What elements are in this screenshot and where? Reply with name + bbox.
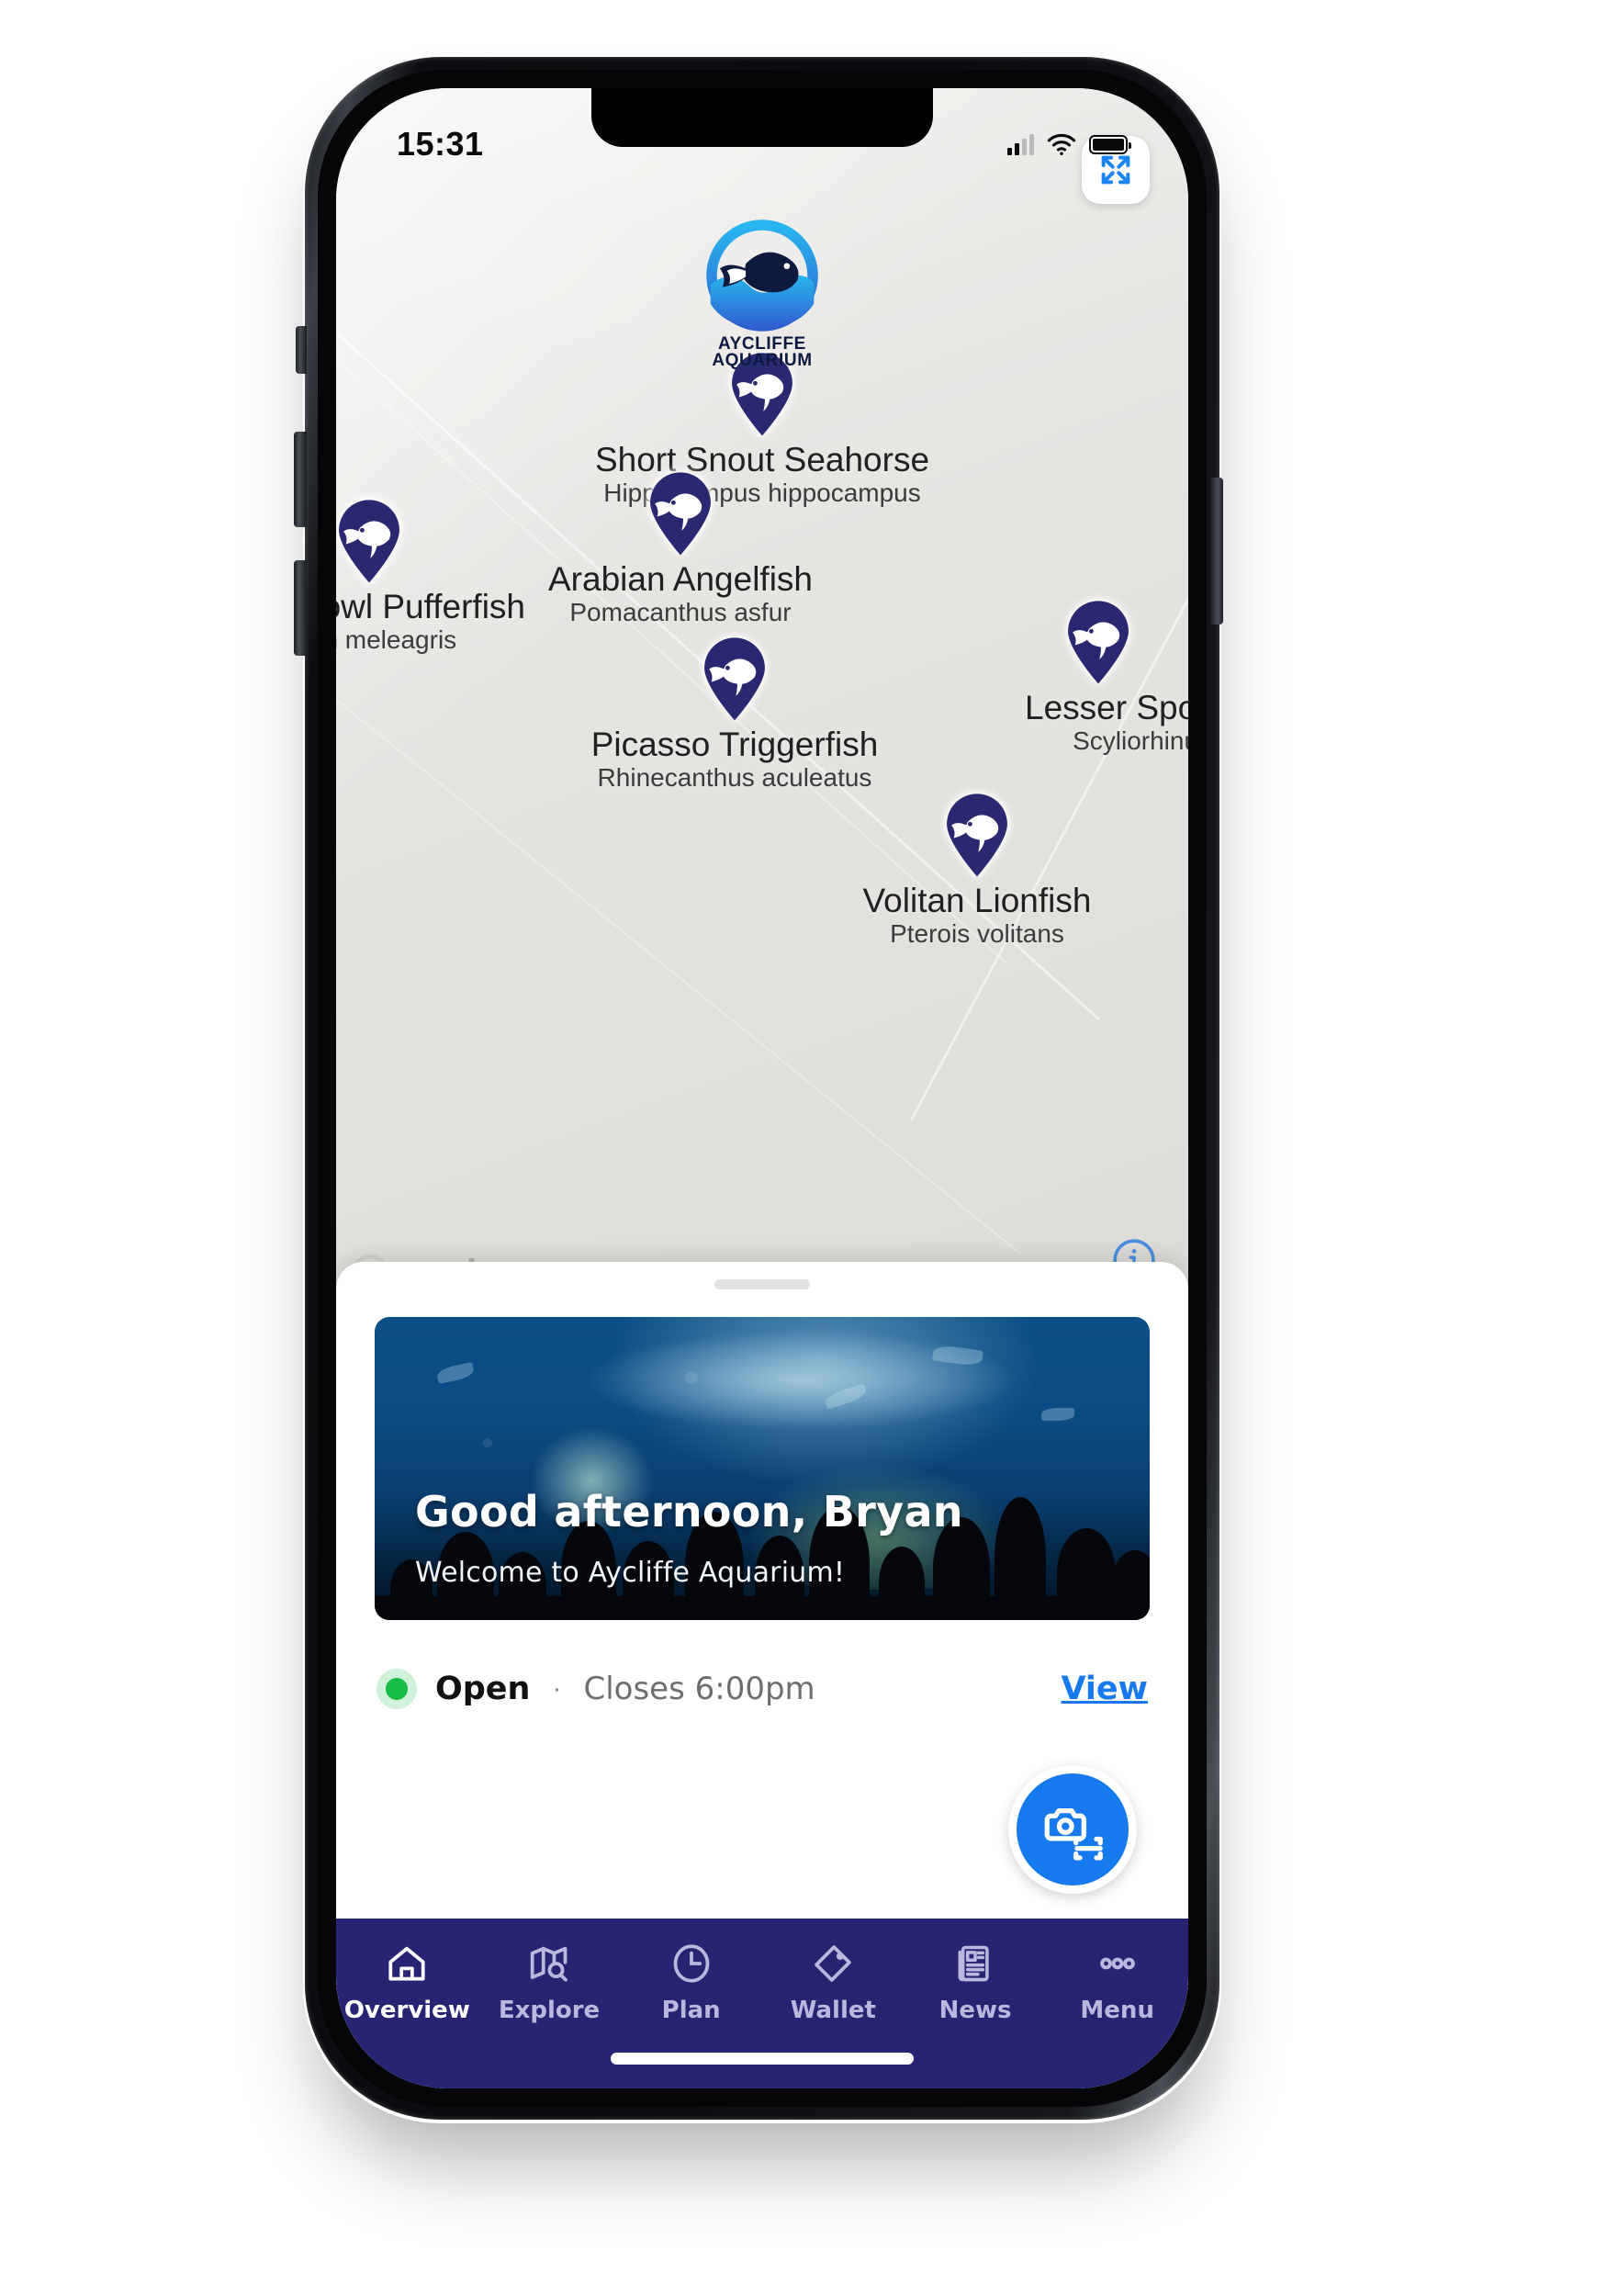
wifi-icon bbox=[1047, 134, 1076, 155]
open-status-group: Open · Closes 6:00pm bbox=[376, 1669, 815, 1709]
greeting-title: Good afternoon, Bryan bbox=[415, 1487, 963, 1536]
nav-item-menu[interactable]: Menu bbox=[1046, 1939, 1188, 2024]
phone-screen: AYCLIFFE AQUARIUM Short Snout Seahorse H… bbox=[336, 88, 1188, 2088]
map-search-icon bbox=[526, 1939, 572, 1988]
newspaper-icon bbox=[952, 1939, 998, 1988]
nav-label: Overview bbox=[343, 1997, 470, 2024]
nav-item-news[interactable]: News bbox=[905, 1939, 1047, 2024]
fish-pin-icon bbox=[1063, 601, 1133, 685]
nav-item-plan[interactable]: Plan bbox=[620, 1939, 762, 2024]
nav-label: Explore bbox=[498, 1997, 601, 2024]
logo-line-2: AQUARIUM bbox=[712, 351, 813, 371]
fish-silhouette bbox=[1040, 1408, 1074, 1421]
nav-item-overview[interactable]: Overview bbox=[336, 1939, 478, 2024]
marker-label: Lesser Spotted Scyliorhinus c bbox=[1025, 689, 1188, 756]
marker-label: Fowl Pufferfish hron meleagris bbox=[336, 588, 525, 655]
opening-status-row: Open · Closes 6:00pm View bbox=[376, 1620, 1148, 1758]
status-indicator-dot bbox=[376, 1669, 417, 1709]
status-badge: Open bbox=[435, 1671, 531, 1707]
status-time: 15:31 bbox=[397, 125, 484, 163]
fish-pin-icon bbox=[646, 472, 715, 557]
nav-label: Menu bbox=[1080, 1997, 1154, 2024]
bubble bbox=[483, 1438, 493, 1447]
power-button[interactable] bbox=[1210, 478, 1223, 625]
marker-name: Volitan Lionfish bbox=[862, 882, 1092, 919]
silent-switch[interactable] bbox=[296, 326, 307, 374]
camera-scan-icon bbox=[1044, 1808, 1103, 1861]
marker-species: Scyliorhinus c bbox=[1073, 726, 1188, 756]
nav-item-explore[interactable]: Explore bbox=[478, 1939, 621, 2024]
marker-species: Rhinecanthus aculeatus bbox=[597, 763, 872, 793]
cellular-bars-icon bbox=[1007, 133, 1034, 155]
clock-icon bbox=[669, 1939, 714, 1988]
home-indicator[interactable] bbox=[611, 2053, 914, 2065]
status-icons bbox=[1007, 132, 1131, 156]
nav-label: Plan bbox=[661, 1997, 721, 2024]
nav-item-wallet[interactable]: Wallet bbox=[762, 1939, 905, 2024]
marker-label: Picasso Triggerfish Rhinecanthus aculeat… bbox=[590, 726, 879, 793]
greeting-hero-card[interactable]: Good afternoon, Bryan Welcome to Aycliff… bbox=[375, 1317, 1150, 1620]
fish-pin-icon bbox=[700, 637, 770, 722]
marker-species: hron meleagris bbox=[336, 625, 457, 655]
marker-name: Arabian Angelfish bbox=[548, 560, 813, 598]
aquarium-logo: AYCLIFFE AQUARIUM bbox=[680, 217, 845, 369]
fish-pin-icon bbox=[336, 500, 404, 584]
marker-species: Pterois volitans bbox=[890, 919, 1064, 949]
whale-shark-shape bbox=[576, 1329, 1026, 1433]
aquarium-fish-logo-icon bbox=[703, 217, 821, 334]
fish-silhouette bbox=[435, 1361, 475, 1384]
marker-label: Volitan Lionfish Pterois volitans bbox=[862, 882, 1092, 949]
marker-name: Fowl Pufferfish bbox=[336, 588, 525, 625]
hero-text-block: Good afternoon, Bryan Welcome to Aycliff… bbox=[415, 1487, 963, 1589]
volume-down-button[interactable] bbox=[294, 560, 307, 656]
marker-species: Pomacanthus asfur bbox=[569, 598, 792, 627]
volume-up-button[interactable] bbox=[294, 432, 307, 527]
venue-map[interactable]: AYCLIFFE AQUARIUM Short Snout Seahorse H… bbox=[336, 88, 1188, 1296]
sheet-drag-handle[interactable] bbox=[714, 1279, 810, 1289]
view-hours-link[interactable]: View bbox=[1061, 1671, 1148, 1707]
scan-ticket-button[interactable] bbox=[1008, 1765, 1137, 1894]
ticket-tag-icon bbox=[810, 1939, 856, 1988]
nav-label: Wallet bbox=[790, 1997, 876, 2024]
battery-icon bbox=[1089, 134, 1131, 154]
phone-notch bbox=[591, 88, 933, 147]
marker-label: Arabian Angelfish Pomacanthus asfur bbox=[548, 560, 813, 627]
marker-name: Lesser Spotted bbox=[1025, 689, 1188, 726]
greeting-subtitle: Welcome to Aycliffe Aquarium! bbox=[415, 1557, 846, 1589]
home-icon bbox=[384, 1939, 430, 1988]
ellipsis-icon bbox=[1095, 1939, 1141, 1988]
logo-wordmark: AYCLIFFE AQUARIUM bbox=[680, 335, 845, 371]
status-separator: · bbox=[552, 1673, 562, 1704]
closing-time-label: Closes 6:00pm bbox=[583, 1671, 815, 1707]
bubble bbox=[684, 1371, 698, 1385]
nav-label: News bbox=[938, 1997, 1012, 2024]
marker-name: Picasso Triggerfish bbox=[590, 726, 879, 763]
fish-pin-icon bbox=[942, 793, 1012, 878]
